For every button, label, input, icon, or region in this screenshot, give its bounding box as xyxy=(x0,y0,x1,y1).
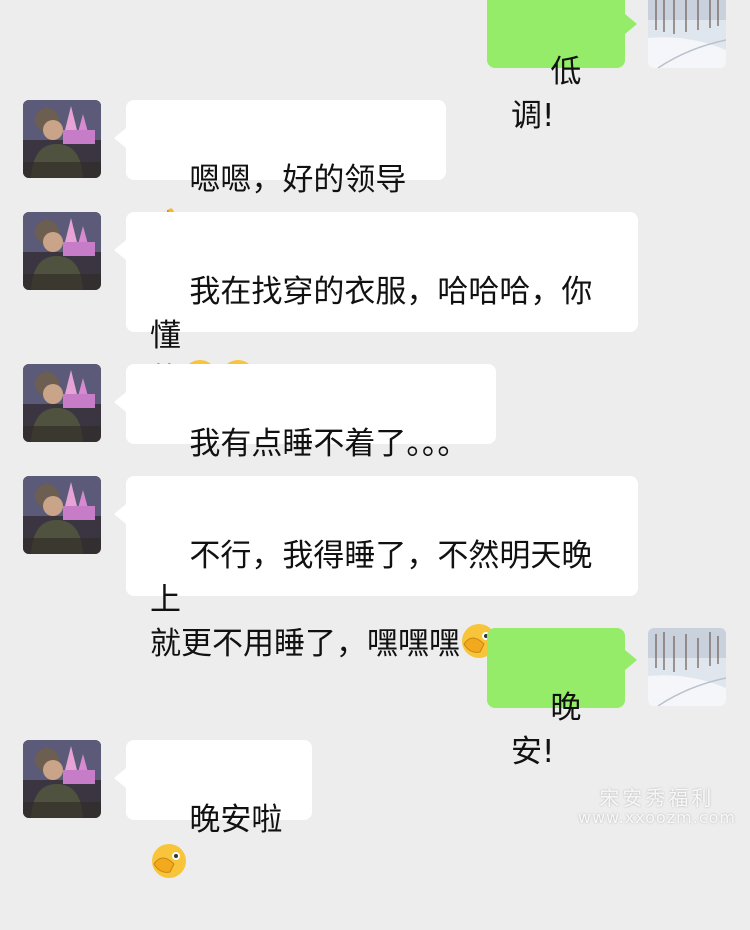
message-text: 低调! xyxy=(511,54,582,134)
castle-avatar-image xyxy=(23,100,101,178)
outgoing-message-bubble[interactable]: 低调! xyxy=(487,0,637,134)
my-avatar[interactable] xyxy=(648,0,726,68)
message-text: 晚安! xyxy=(511,690,582,770)
castle-avatar-image xyxy=(23,740,101,818)
message-text: 嗯嗯，好的领导 xyxy=(189,162,407,198)
message-text: 我有点睡不着了。。。 xyxy=(189,426,469,462)
castle-avatar-image xyxy=(23,476,101,554)
castle-avatar-image xyxy=(23,364,101,442)
my-avatar[interactable] xyxy=(648,628,726,706)
incoming-message-bubble[interactable]: 不行，我得睡了，不然明天晚上就更不用睡了，嘿嘿嘿 xyxy=(114,476,638,662)
watermark-title: 宋安秀福利 xyxy=(599,786,715,810)
castle-avatar-image xyxy=(23,212,101,290)
message-text: 晚安啦 xyxy=(189,802,283,838)
watermark: 宋安秀福利 www.xxoozm.com xyxy=(578,788,736,828)
contact-avatar[interactable] xyxy=(23,740,101,818)
incoming-message-bubble[interactable]: 我在找穿的衣服，哈哈哈，你懂的 xyxy=(114,212,638,398)
snow-avatar-image xyxy=(648,628,726,706)
contact-avatar[interactable] xyxy=(23,364,101,442)
message-text: 不行，我得睡了，不然明天晚上 xyxy=(150,538,593,618)
contact-avatar[interactable] xyxy=(23,476,101,554)
watermark-url: www.xxoozm.com xyxy=(577,808,736,827)
message-text-line2: 就更不用睡了，嘿嘿嘿 xyxy=(150,626,460,662)
snow-avatar-image xyxy=(648,0,726,68)
incoming-message-bubble[interactable]: 晚安啦 xyxy=(114,740,312,878)
facepalm-peek-icon xyxy=(150,842,188,880)
contact-avatar[interactable] xyxy=(23,100,101,178)
outgoing-message-bubble[interactable]: 晚安! xyxy=(487,628,637,770)
incoming-message-bubble[interactable]: 嗯嗯，好的领导 xyxy=(114,100,446,234)
contact-avatar[interactable] xyxy=(23,212,101,290)
message-text: 我在找穿的衣服，哈哈哈，你懂 xyxy=(150,274,593,354)
incoming-message-bubble[interactable]: 我有点睡不着了。。。 xyxy=(114,364,496,462)
